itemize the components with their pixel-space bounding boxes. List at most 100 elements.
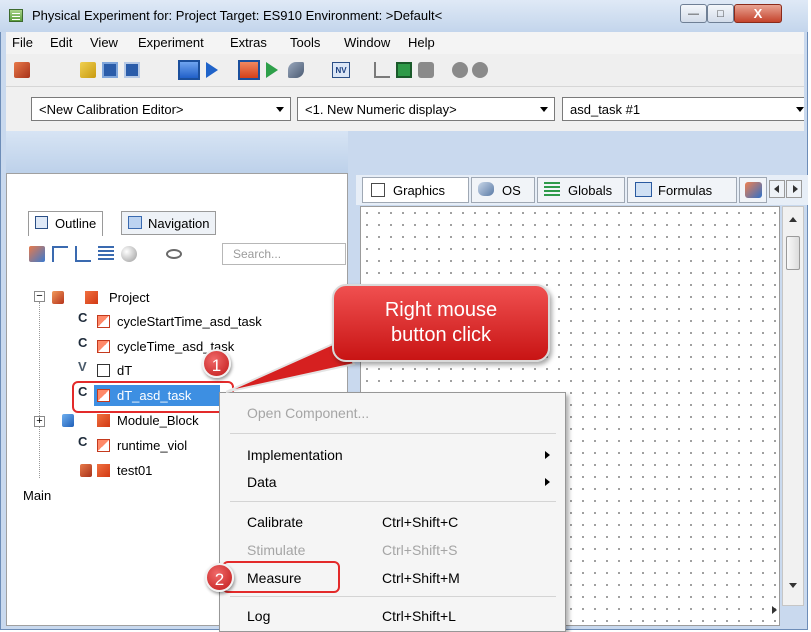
- tab-globals[interactable]: Globals: [537, 177, 625, 203]
- outline-icon: [35, 216, 48, 229]
- formulas-icon: [635, 182, 652, 197]
- start-icon[interactable]: [206, 62, 218, 78]
- os-icon: [478, 182, 494, 196]
- scrollbar-thumb[interactable]: [786, 236, 800, 270]
- nv-icon[interactable]: NV: [332, 62, 350, 78]
- tab-scroll-right-button[interactable]: [786, 180, 802, 198]
- calibration-editor-value: <New Calibration Editor>: [39, 102, 184, 117]
- tab-os[interactable]: OS: [471, 177, 535, 203]
- signal-icon: [97, 364, 110, 377]
- close-button[interactable]: X: [734, 4, 782, 23]
- menu-tools[interactable]: Tools: [290, 35, 320, 50]
- numeric-display-combo[interactable]: <1. New Numeric display>: [297, 97, 555, 121]
- menu-item-shortcut: Ctrl+Shift+S: [382, 542, 458, 558]
- tab-navigation[interactable]: Navigation: [121, 211, 217, 235]
- tab-os-label: OS: [502, 183, 521, 198]
- tab-globals-label: Globals: [568, 183, 613, 198]
- menu-item-data[interactable]: Data: [220, 469, 565, 495]
- module-icon: [97, 464, 110, 477]
- menu-experiment[interactable]: Experiment: [138, 35, 204, 50]
- plugin2-icon[interactable]: [472, 62, 488, 78]
- menu-view[interactable]: View: [90, 35, 118, 50]
- plugin-icon[interactable]: [452, 62, 468, 78]
- menu-extras[interactable]: Extras: [230, 35, 267, 50]
- menu-item-shortcut: Ctrl+Shift+L: [382, 608, 456, 624]
- menu-edit[interactable]: Edit: [50, 35, 72, 50]
- menu-item-label: Stimulate: [247, 542, 306, 558]
- menu-window[interactable]: Window: [344, 35, 390, 50]
- test-icon: [80, 464, 92, 477]
- search-input[interactable]: Search...: [222, 243, 346, 265]
- filter-icon[interactable]: [98, 246, 114, 262]
- measure-item-highlight: [222, 561, 340, 593]
- menu-item-implementation[interactable]: Implementation: [220, 442, 565, 468]
- menu-bar: File Edit View Experiment Extras Tools W…: [6, 32, 804, 54]
- chevron-down-icon[interactable]: [789, 583, 797, 588]
- menu-separator: [230, 501, 556, 502]
- tree-label: test01: [117, 463, 153, 478]
- chevron-right-icon: [545, 451, 550, 459]
- formula-icon[interactable]: [374, 62, 390, 78]
- window-title: Physical Experiment for: Project Target:…: [32, 8, 443, 23]
- circle-icon[interactable]: [121, 246, 137, 262]
- maximize-button[interactable]: □: [707, 4, 734, 23]
- tab-outline[interactable]: Outline: [28, 211, 104, 236]
- copy-icon[interactable]: [418, 62, 434, 78]
- tree-label: dT: [117, 363, 133, 378]
- menu-item-calibrate[interactable]: Calibrate Ctrl+Shift+C: [220, 509, 565, 535]
- tree-label: Module_Block: [117, 413, 199, 428]
- hierarchy-icon[interactable]: [52, 246, 68, 262]
- extension-icon: [745, 182, 762, 198]
- menu-help[interactable]: Help: [408, 35, 435, 50]
- open-icon[interactable]: [80, 62, 96, 78]
- view-icon[interactable]: [166, 249, 182, 259]
- chevron-down-icon: [540, 107, 548, 112]
- scroll-right-arrow[interactable]: [772, 606, 777, 614]
- tree-main-label: Main: [23, 488, 52, 503]
- tools-icon[interactable]: [288, 62, 304, 78]
- menu-file[interactable]: File: [12, 35, 33, 50]
- app-icon: [9, 9, 23, 22]
- menu-item-stimulate[interactable]: Stimulate Ctrl+Shift+S: [220, 537, 565, 563]
- variable-icon: C: [78, 434, 88, 449]
- menu-item-open-component[interactable]: Open Component...: [220, 400, 565, 426]
- save-icon[interactable]: [102, 62, 118, 78]
- collapse-toggle[interactable]: −: [34, 291, 45, 302]
- chevron-right-icon: [545, 478, 550, 486]
- tab-navigation-label: Navigation: [148, 216, 210, 231]
- task-combo[interactable]: asd_task #1: [562, 97, 804, 121]
- minimize-button[interactable]: —: [680, 4, 707, 23]
- menu-item-log[interactable]: Log Ctrl+Shift+L: [220, 603, 565, 629]
- stop-record-icon[interactable]: [238, 60, 260, 80]
- menu-separator: [230, 433, 556, 434]
- chevron-left-icon: [774, 185, 779, 193]
- tab-graphics[interactable]: Graphics: [362, 177, 469, 203]
- flat-list-icon[interactable]: [75, 246, 91, 262]
- menu-item-label: Data: [247, 474, 277, 490]
- tab-more[interactable]: [739, 177, 767, 203]
- calibration-editor-combo[interactable]: <New Calibration Editor>: [31, 97, 291, 121]
- menu-item-label: Open Component...: [247, 405, 370, 421]
- measure-icon: [97, 439, 110, 452]
- navigation-icon: [128, 216, 142, 229]
- tab-scroll-left-button[interactable]: [769, 180, 785, 198]
- record-icon[interactable]: [266, 62, 278, 78]
- tree-label: cycleStartTime_asd_task: [117, 314, 262, 329]
- save-all-icon[interactable]: [124, 62, 140, 78]
- add-element-icon[interactable]: [29, 246, 45, 262]
- expand-toggle[interactable]: +: [34, 416, 45, 427]
- tab-outline-label: Outline: [55, 216, 97, 231]
- menu-item-shortcut: Ctrl+Shift+C: [382, 514, 459, 530]
- step-badge-2: 2: [205, 563, 234, 592]
- menu-separator: [230, 596, 556, 597]
- toolbar: NV: [6, 54, 804, 87]
- stop-icon[interactable]: [178, 60, 200, 80]
- display-icon[interactable]: [396, 62, 412, 78]
- measure-icon: [97, 340, 110, 353]
- module-icon: [97, 414, 110, 427]
- tree-line: [39, 302, 41, 478]
- chevron-up-icon[interactable]: [789, 217, 797, 222]
- experiment-icon[interactable]: [14, 62, 30, 78]
- tab-formulas[interactable]: Formulas: [627, 177, 737, 203]
- tree-label: Project: [109, 290, 150, 305]
